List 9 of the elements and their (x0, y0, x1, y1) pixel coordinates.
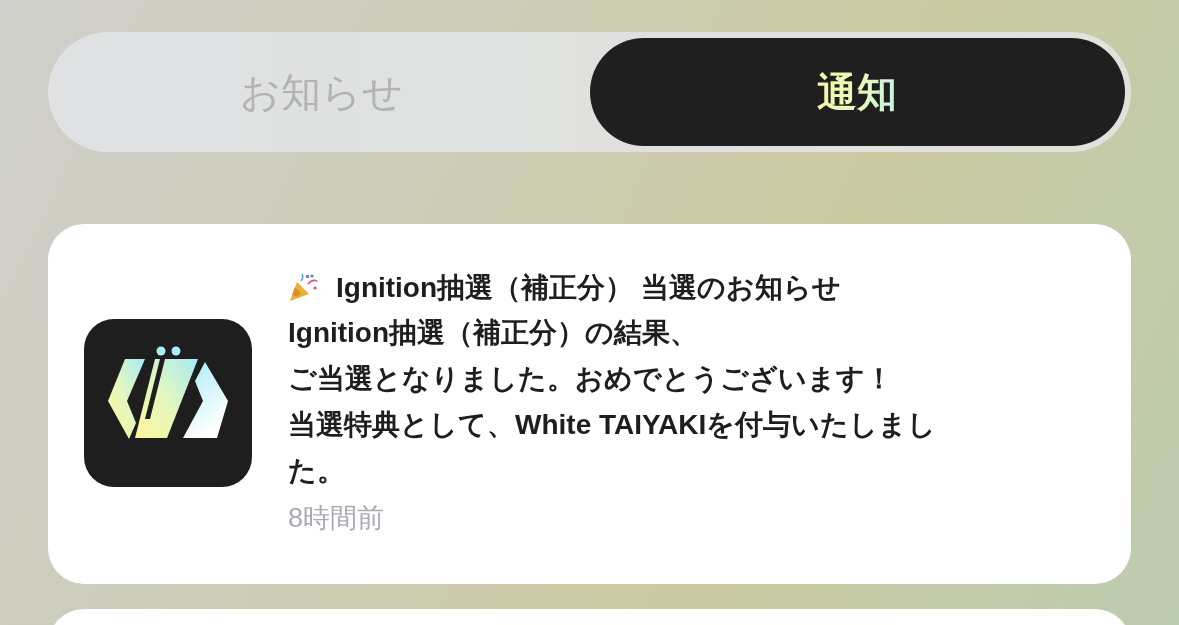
message-line: ご当選となりました。おめでとうございます！ (288, 362, 894, 396)
notification-title: Ignition抽選（補正分） 当選のお知らせ (336, 271, 841, 305)
notification-card[interactable]: Ignition抽選（補正分） 当選のお知らせ Ignition抽選（補正分）の結果、 ご当選となりました。おめでとうございます！ 当選特典として、White TAIYAKIを付与いたしました。 8時間前 (48, 224, 1131, 584)
message-line: 当選特典として、White TAIYAKIを付与いたしました。 (288, 408, 938, 488)
notification-time: 8時間前 (288, 502, 386, 535)
tab[interactable]: 通知 (589, 38, 1125, 146)
message-line: Ignition抽選（補正分）の結果、 (288, 316, 700, 350)
app-logo-icon (84, 319, 252, 487)
party-popper-icon (288, 273, 318, 303)
